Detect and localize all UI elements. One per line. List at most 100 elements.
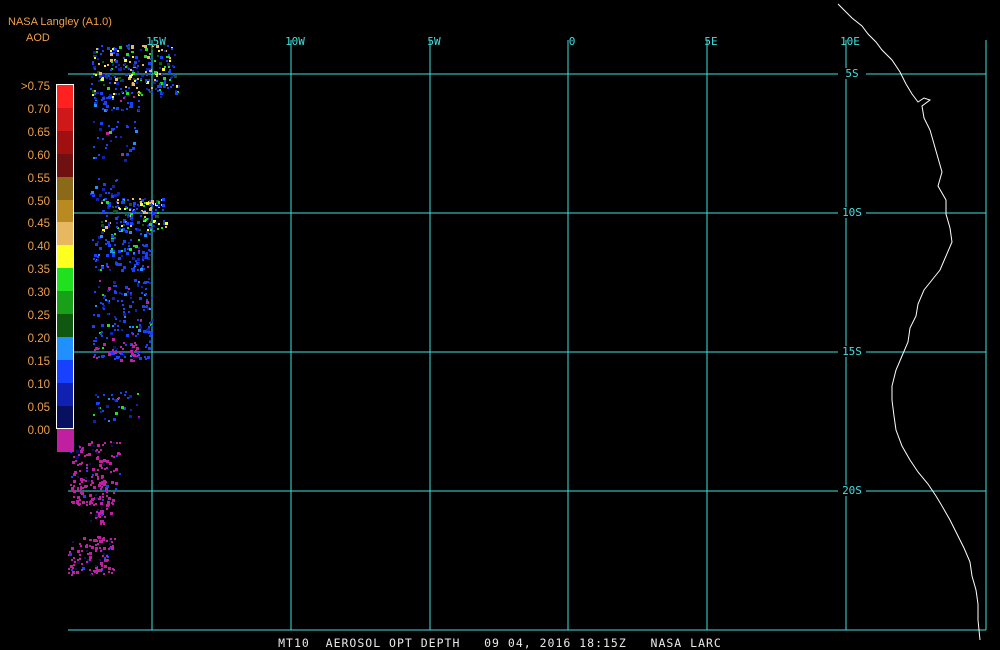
aod-pixel xyxy=(135,310,137,312)
aod-pixel xyxy=(115,285,117,287)
aod-pixel xyxy=(147,356,150,359)
aod-pixel xyxy=(108,204,111,207)
aod-pixel xyxy=(118,93,120,95)
aod-pixel xyxy=(159,85,162,88)
aod-pixel xyxy=(134,342,136,344)
aod-pixel xyxy=(81,449,83,451)
aod-pixel xyxy=(96,357,98,359)
aod-pixel xyxy=(114,237,116,239)
aod-pixel xyxy=(77,559,79,561)
aod-pixel xyxy=(106,201,109,204)
aod-pixel xyxy=(140,201,142,203)
aod-pixel xyxy=(89,539,91,541)
aod-pixel xyxy=(124,394,126,396)
aod-pixel xyxy=(162,204,165,207)
aod-pixel xyxy=(93,340,95,342)
legend-label: 0.40 xyxy=(27,241,50,254)
aod-pixel xyxy=(95,266,97,268)
aod-pixel xyxy=(146,344,148,346)
aod-pixel xyxy=(130,297,132,299)
aod-pixel xyxy=(130,102,133,105)
aod-pixel xyxy=(101,541,103,543)
aod-pixel xyxy=(104,442,106,444)
aod-pixel xyxy=(142,259,144,261)
aod-pixel xyxy=(106,508,108,510)
aod-pixel xyxy=(115,93,117,95)
aod-pixel xyxy=(95,337,97,339)
aod-pixel xyxy=(84,557,86,559)
aod-pixel xyxy=(69,551,71,553)
aod-pixel xyxy=(102,156,105,159)
longitude-label: 5W xyxy=(427,35,441,48)
aod-pixel xyxy=(70,484,72,486)
aod-pixel xyxy=(72,501,75,504)
aod-pixel xyxy=(111,109,113,111)
aod-pixel xyxy=(104,65,106,67)
aod-pixel xyxy=(73,490,76,493)
aod-pixel xyxy=(97,259,99,261)
aod-pixel xyxy=(172,84,174,86)
aod-pixel xyxy=(133,78,135,80)
aod-pixel xyxy=(102,444,104,446)
aod-pixel xyxy=(141,286,143,288)
aod-pixel-layer xyxy=(68,44,180,576)
aod-pixel xyxy=(112,338,115,341)
aod-pixel xyxy=(112,254,115,257)
aod-pixel xyxy=(81,492,84,495)
aod-pixel xyxy=(71,569,73,571)
aod-pixel xyxy=(176,85,178,87)
aod-pixel xyxy=(103,547,106,550)
legend-swatch xyxy=(57,176,74,200)
aod-pixel xyxy=(108,548,110,550)
aod-pixel xyxy=(110,250,113,253)
aod-pixel xyxy=(102,50,104,52)
aod-pixel xyxy=(88,443,91,446)
graticule-labels: 15W 10W 5W 0 5E 10E 5S 10S 15S 20S xyxy=(146,35,866,497)
aod-pixel xyxy=(123,57,125,59)
aod-pixel xyxy=(146,329,148,331)
aod-pixel xyxy=(170,77,172,79)
aod-pixel xyxy=(125,286,128,289)
aod-pixel xyxy=(98,407,100,409)
aod-pixel xyxy=(116,455,118,457)
aod-pixel xyxy=(102,303,104,305)
aod-pixel xyxy=(128,87,130,89)
aod-pixel xyxy=(137,78,139,80)
aod-pixel xyxy=(98,512,101,515)
aod-pixel xyxy=(79,554,81,556)
aod-pixel xyxy=(112,499,115,502)
aod-pixel xyxy=(168,56,170,58)
aod-pixel xyxy=(131,92,133,94)
aod-pixel xyxy=(121,91,123,93)
aod-pixel xyxy=(147,266,149,268)
aod-pixel xyxy=(99,280,101,282)
aod-pixel xyxy=(147,281,149,283)
aod-pixel xyxy=(77,489,79,491)
aod-pixel xyxy=(94,354,96,356)
aod-pixel xyxy=(77,561,80,564)
aod-pixel xyxy=(102,496,104,498)
aod-pixel xyxy=(111,239,114,242)
aod-pixel xyxy=(96,449,98,451)
aod-pixel xyxy=(135,56,138,59)
aod-pixel xyxy=(106,105,109,108)
aod-pixel xyxy=(90,88,92,90)
aod-pixel xyxy=(105,299,107,301)
aod-pixel xyxy=(102,61,104,63)
aod-pixel xyxy=(146,202,149,205)
aod-pixel xyxy=(115,488,117,490)
aod-pixel xyxy=(113,442,115,444)
aod-pixel xyxy=(109,131,112,134)
aod-pixel xyxy=(175,92,178,95)
aod-pixel xyxy=(130,239,132,241)
aod-pixel xyxy=(116,348,118,350)
aod-pixel xyxy=(138,205,140,207)
aod-pixel xyxy=(73,456,75,458)
aod-pixel xyxy=(103,480,106,483)
aod-pixel xyxy=(113,93,115,95)
aod-pixel xyxy=(87,553,89,555)
aod-pixel xyxy=(130,294,132,296)
aod-pixel xyxy=(128,242,130,244)
aod-pixel xyxy=(116,210,118,212)
aod-pixel xyxy=(162,209,164,211)
